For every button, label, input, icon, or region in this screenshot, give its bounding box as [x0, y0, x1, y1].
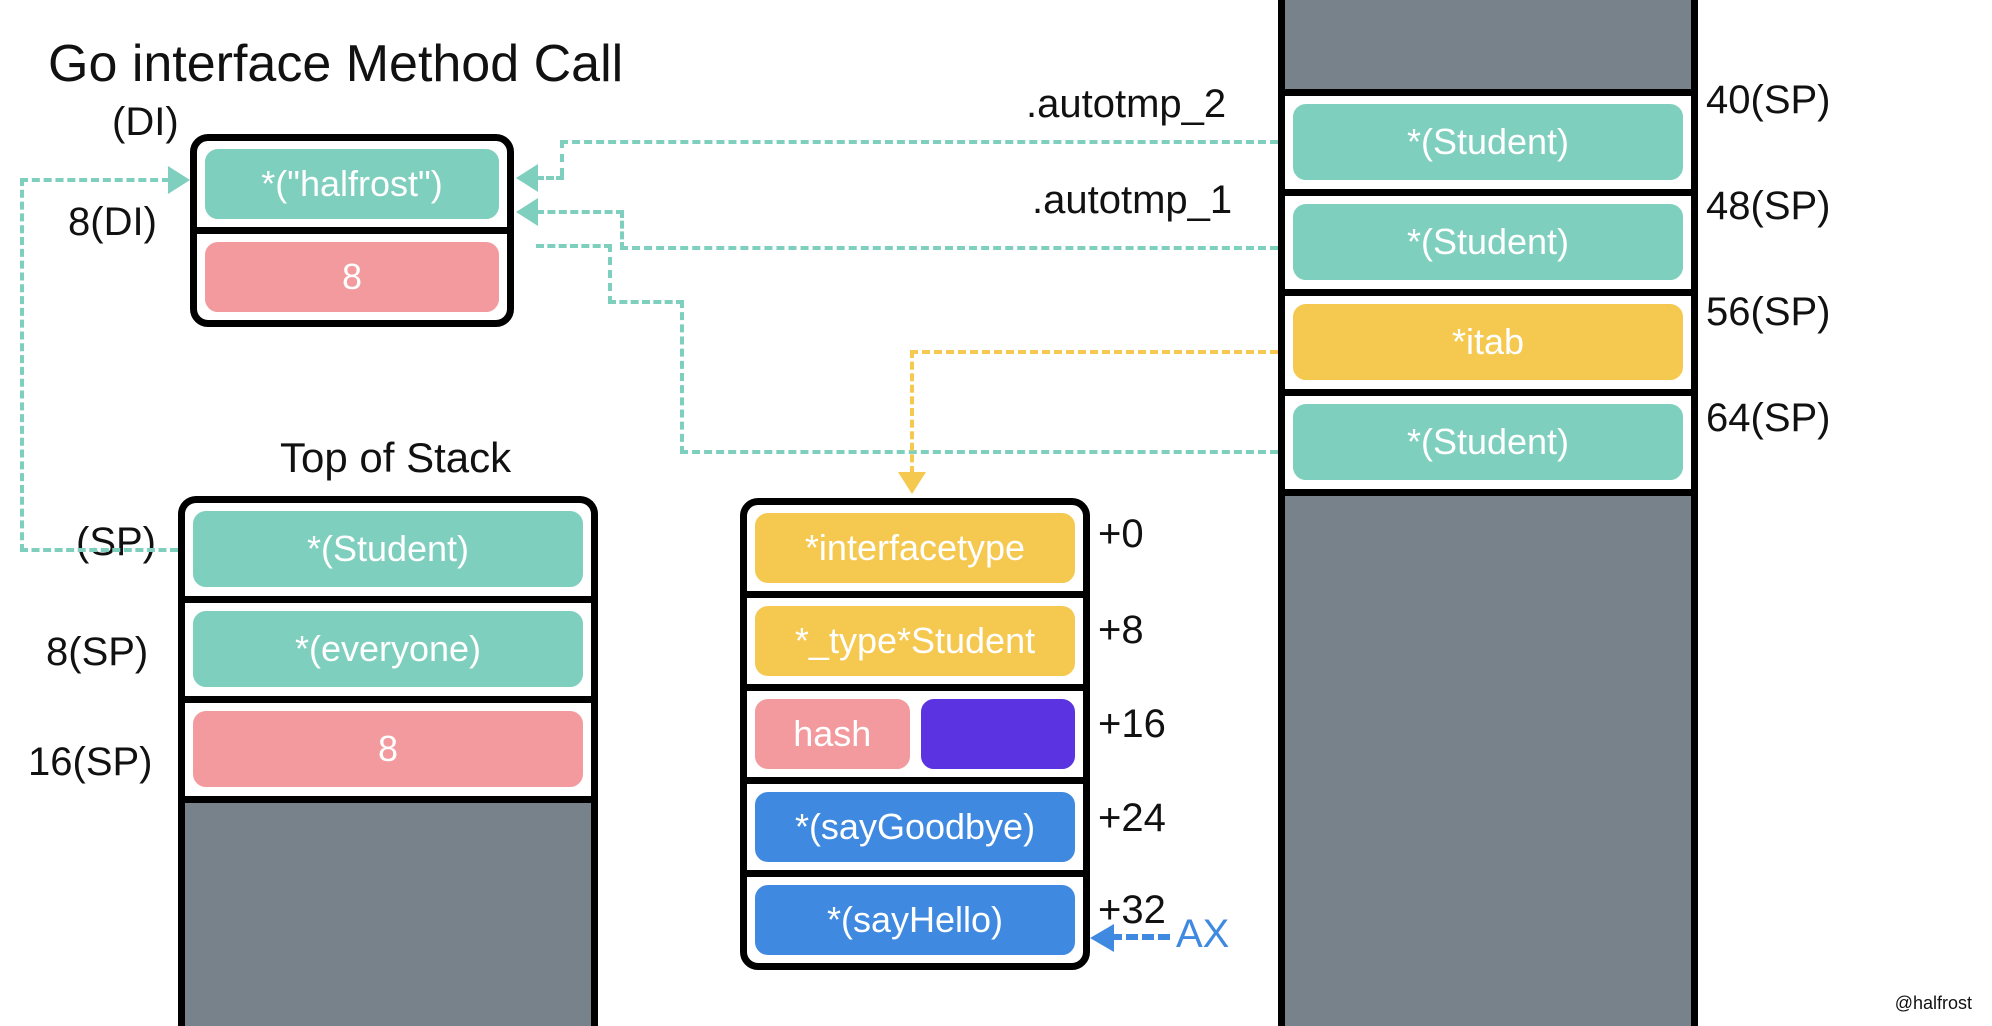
- di-label-top: (DI): [112, 100, 179, 145]
- itab-cell-saygoodbye: *(sayGoodbye): [752, 789, 1078, 865]
- arrow-autotmp2-h2: [536, 176, 564, 180]
- arrow-sp-v: [20, 178, 24, 552]
- ax-arrow-line: [1110, 934, 1170, 940]
- arrow-autotmp2-v: [560, 140, 564, 176]
- stack-right-row-1: *(Student): [1285, 196, 1691, 296]
- page-title: Go interface Method Call: [48, 34, 623, 94]
- stack-right-cell-student-1: *(Student): [1290, 201, 1686, 283]
- itab-cell-pad: [918, 696, 1079, 772]
- arrow-sp-head: [168, 166, 190, 194]
- stack-left-label-0: (SP): [76, 520, 156, 565]
- arrow-itab-h: [910, 350, 1278, 354]
- arrow-64sp-v2: [608, 244, 612, 304]
- stack-left-filler: [185, 803, 591, 1026]
- arrow-64sp-h3: [536, 244, 612, 248]
- itab-cell-interfacetype: *interfacetype: [752, 510, 1078, 586]
- stack-right: *(Student) *(Student) *itab *(Student): [1278, 0, 1698, 1026]
- stack-left-label-1: 8(SP): [46, 630, 148, 675]
- itab-cell-type-student: *_type*Student: [752, 603, 1078, 679]
- stack-left: *(Student) *(everyone) 8: [178, 496, 598, 1026]
- stack-left-row-1: *(everyone): [185, 603, 591, 703]
- right-label-autotmp1: .autotmp_1: [1032, 178, 1232, 223]
- di-cell-halfrost: *("halfrost"): [202, 146, 502, 222]
- itab-offset-3: +24: [1098, 796, 1166, 841]
- credit: @halfrost: [1895, 993, 1972, 1014]
- stack-right-row-2: *itab: [1285, 296, 1691, 396]
- di-row-0: *("halfrost"): [197, 141, 507, 234]
- di-block: *("halfrost") 8: [190, 134, 514, 327]
- itab-row-0: *interfacetype: [747, 505, 1083, 598]
- stack-left-cell-8: 8: [190, 708, 586, 790]
- itab-offset-2: +16: [1098, 702, 1166, 747]
- stack-right-cell-student-0: *(Student): [1290, 101, 1686, 183]
- itab-cell-hash: hash: [752, 696, 913, 772]
- right-label-sp-64: 64(SP): [1706, 396, 1831, 441]
- arrow-autotmp1-h: [620, 246, 1278, 250]
- arrow-itab-head: [898, 472, 926, 494]
- itab-row-4: *(sayHello): [747, 877, 1083, 963]
- stack-right-filler-bottom: [1285, 496, 1691, 1026]
- arrow-autotmp2-head: [516, 164, 538, 192]
- right-label-sp-48: 48(SP): [1706, 184, 1831, 229]
- itab-cell-sayhello: *(sayHello): [752, 882, 1078, 958]
- stack-left-title: Top of Stack: [280, 434, 511, 482]
- right-label-sp-56: 56(SP): [1706, 290, 1831, 335]
- arrow-autotmp1-h2: [536, 210, 624, 214]
- stack-right-cell-student-3: *(Student): [1290, 401, 1686, 483]
- itab-offset-0: +0: [1098, 512, 1144, 557]
- itab-row-1: *_type*Student: [747, 598, 1083, 691]
- itab-offset-4: +32: [1098, 888, 1166, 933]
- arrow-sp-h2: [20, 178, 170, 182]
- itab-row-2: hash: [747, 691, 1083, 784]
- itab-block: *interfacetype *_type*Student hash *(say…: [740, 498, 1090, 970]
- arrow-itab-v: [910, 350, 914, 474]
- ax-label: AX: [1176, 912, 1229, 957]
- arrow-64sp-h: [680, 450, 1278, 454]
- stack-left-row-2: 8: [185, 703, 591, 803]
- stack-left-row-0: *(Student): [185, 503, 591, 603]
- stack-left-label-2: 16(SP): [28, 740, 153, 785]
- stack-right-row-0: *(Student): [1285, 96, 1691, 196]
- arrow-64sp-h2: [608, 300, 684, 304]
- arrow-autotmp1-v: [620, 210, 624, 250]
- stack-right-filler-top: [1285, 0, 1691, 96]
- di-label-bottom: 8(DI): [68, 200, 157, 245]
- stack-left-cell-everyone: *(everyone): [190, 608, 586, 690]
- itab-row-3: *(sayGoodbye): [747, 784, 1083, 877]
- di-cell-8: 8: [202, 239, 502, 315]
- itab-offset-1: +8: [1098, 608, 1144, 653]
- arrow-64sp-v: [680, 300, 684, 454]
- stack-right-cell-itab: *itab: [1290, 301, 1686, 383]
- arrow-autotmp1-head: [516, 198, 538, 226]
- right-label-sp-40: 40(SP): [1706, 78, 1831, 123]
- stack-right-row-3: *(Student): [1285, 396, 1691, 496]
- stack-left-cell-student: *(Student): [190, 508, 586, 590]
- right-label-autotmp2: .autotmp_2: [1026, 82, 1226, 127]
- arrow-autotmp2-h1: [560, 140, 1278, 144]
- di-row-1: 8: [197, 234, 507, 320]
